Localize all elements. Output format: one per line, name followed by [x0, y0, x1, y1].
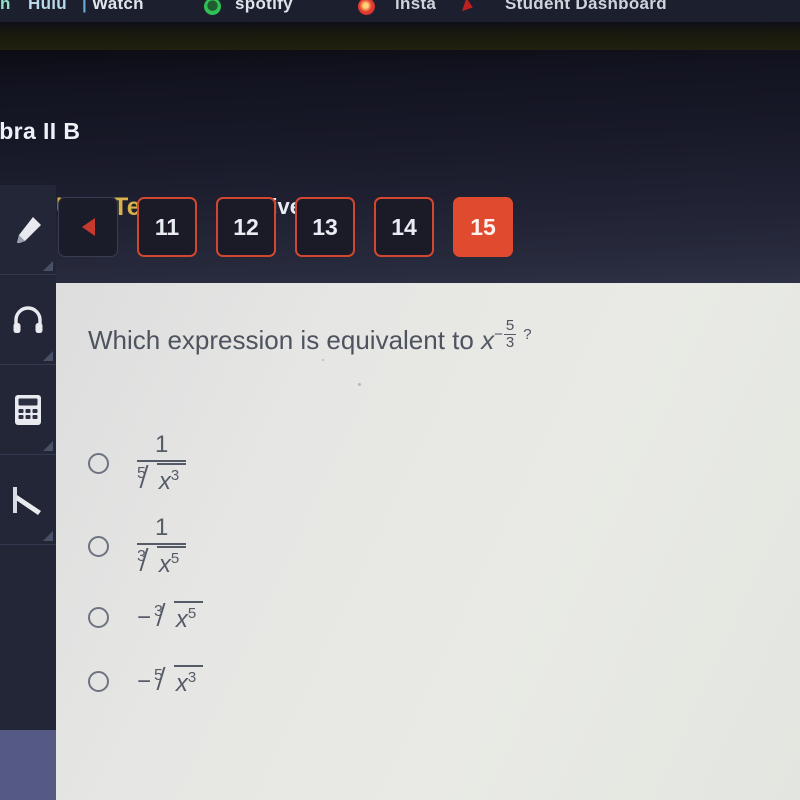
pager-item-12[interactable]: 12	[216, 197, 276, 257]
choice-b-fraction: 1 3 x5	[137, 514, 187, 579]
answer-choice-d-content: − 5 x3	[137, 665, 204, 698]
question-prompt-text: Which expression is equivalent to	[88, 325, 474, 355]
answer-choice-b[interactable]: 1 3 x5	[88, 514, 187, 579]
radio-button-c[interactable]	[88, 607, 109, 628]
headphones-icon	[13, 305, 43, 333]
choice-c-radicand: x5	[173, 601, 204, 634]
photo-artifact	[322, 359, 324, 361]
headphones-tool-button[interactable]	[0, 275, 56, 365]
choice-c-radicand-base: x	[175, 606, 188, 633]
photo-artifact	[358, 383, 361, 386]
monitor-glare-strip	[0, 22, 800, 50]
tool-corner-marker	[43, 441, 53, 451]
choice-b-radical: 3 x5	[137, 546, 187, 579]
answer-choice-d[interactable]: − 5 x3	[88, 665, 204, 698]
spotify-icon	[204, 0, 221, 15]
tool-rail	[0, 185, 56, 800]
choice-b-numerator: 1	[154, 514, 169, 541]
pager-item-13[interactable]: 13	[295, 197, 355, 257]
choice-a-numerator: 1	[154, 431, 169, 458]
pager-prev-button[interactable]	[58, 197, 118, 257]
radio-button-a[interactable]	[88, 453, 109, 474]
choice-b-denominator: 3 x5	[137, 543, 187, 579]
choice-a-radicand: x3	[156, 463, 187, 496]
choice-c-negative-sign: −	[137, 603, 152, 631]
answer-choice-a[interactable]: 1 5 x3	[88, 431, 187, 496]
tool-corner-marker	[43, 261, 53, 271]
choice-c-radical: 3 x5	[154, 601, 204, 634]
choice-a-radical: 5 x3	[137, 463, 187, 496]
expression-exponent: − 5 3 ?	[494, 318, 531, 350]
question-panel: Which expression is equivalent to x − 5 …	[56, 283, 800, 800]
choice-d-radicand: x3	[173, 665, 204, 698]
screenshot-root: h Hulu | Watch spotify insta Student Das…	[0, 0, 800, 800]
choice-b-radical-index: 3	[137, 548, 146, 565]
choice-c-radicand-exponent: 5	[187, 605, 197, 622]
choice-b-radicand-base: x	[158, 551, 171, 578]
question-mark: ?	[523, 325, 532, 343]
student-dashboard-icon	[462, 0, 482, 15]
choice-d-radical: 5 x3	[154, 665, 204, 698]
choice-d-radical-index: 5	[154, 667, 163, 684]
course-title: ebra II B	[0, 118, 81, 144]
choice-a-denominator: 5 x3	[137, 460, 187, 496]
calculator-tool-button[interactable]	[0, 365, 56, 455]
bookmark-partial[interactable]: h	[0, 0, 10, 14]
exponent-fraction: 5 3	[503, 317, 517, 351]
choice-a-radical-index: 5	[137, 465, 146, 482]
question-prompt: Which expression is equivalent to x − 5 …	[88, 318, 532, 356]
bookmark-insta[interactable]: insta	[395, 0, 436, 14]
answer-choice-b-content: 1 3 x5	[137, 514, 187, 579]
expression-base: x	[481, 325, 495, 355]
tool-corner-marker	[43, 351, 53, 361]
line-reader-tool-button[interactable]	[0, 455, 56, 545]
choice-d-negative-sign: −	[137, 667, 152, 695]
choice-d-radicand-base: x	[175, 670, 188, 697]
exponent-sign: −	[494, 325, 503, 343]
answer-choice-c-content: − 3 x5	[137, 601, 204, 634]
exponent-denominator: 3	[503, 333, 517, 351]
highlighter-tool-button[interactable]	[0, 185, 56, 275]
bookmark-separator: |	[82, 0, 88, 13]
choice-a-radicand-exponent: 3	[170, 467, 180, 484]
pager-item-14[interactable]: 14	[374, 197, 434, 257]
bookmark-student-dashboard[interactable]: Student Dashboard	[505, 0, 667, 14]
pager-item-15-active[interactable]: 15	[453, 197, 513, 257]
radio-button-b[interactable]	[88, 536, 109, 557]
tool-rail-footer	[0, 730, 56, 800]
choice-d-radicand-exponent: 3	[187, 669, 197, 686]
choice-c-radical-index: 3	[154, 603, 163, 620]
chevron-left-icon	[81, 218, 95, 236]
line-reader-icon	[13, 486, 41, 515]
bookmark-spotify[interactable]: spotify	[235, 0, 293, 14]
choice-b-radicand: x5	[156, 546, 187, 579]
radio-button-d[interactable]	[88, 671, 109, 692]
instagram-icon	[358, 0, 375, 15]
choice-a-fraction: 1 5 x3	[137, 431, 187, 496]
calculator-icon	[15, 394, 41, 425]
highlighter-icon	[17, 216, 41, 243]
browser-bookmark-bar: h Hulu | Watch spotify insta Student Das…	[0, 0, 800, 22]
bookmark-watch[interactable]: Watch	[92, 0, 144, 14]
answer-choice-a-content: 1 5 x3	[137, 431, 187, 496]
bookmark-hulu[interactable]: Hulu	[28, 0, 67, 14]
pager-item-11[interactable]: 11	[137, 197, 197, 257]
exponent-numerator: 5	[505, 317, 515, 335]
choice-a-radicand-base: x	[158, 468, 171, 495]
question-expression: x − 5 3 ?	[481, 318, 531, 356]
answer-choice-c[interactable]: − 3 x5	[88, 601, 204, 634]
choice-b-radicand-exponent: 5	[170, 550, 180, 567]
tool-corner-marker	[43, 531, 53, 541]
